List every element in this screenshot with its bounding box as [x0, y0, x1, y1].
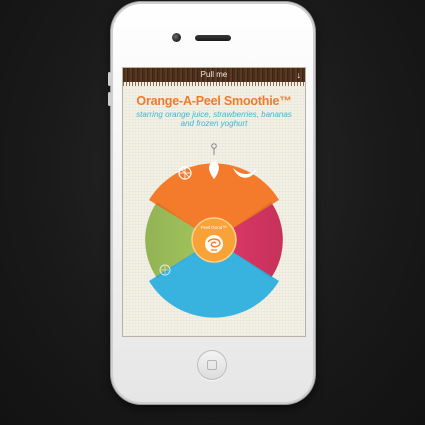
app-screen: Pull me ↓ Orange-A-Peel Smoothie™ starri…	[123, 68, 305, 336]
home-button[interactable]	[197, 350, 227, 380]
smoothie-description: starring orange juice, strawberries, ban…	[136, 110, 292, 128]
earpiece-speaker	[195, 35, 231, 41]
lime-slice-icon	[159, 264, 171, 276]
wheel-center-label: Peel Good™	[201, 225, 227, 230]
pull-bar-label: Pull me	[200, 70, 228, 79]
smoothie-title: Orange-A-Peel Smoothie™	[136, 94, 292, 108]
orange-slice-icon	[178, 166, 192, 180]
pointer-pin-icon	[211, 143, 217, 155]
volume-down-button	[108, 92, 111, 106]
arrow-down-icon[interactable]: ↓	[297, 68, 302, 82]
pull-bar[interactable]: Pull me ↓	[123, 68, 305, 82]
front-camera	[172, 33, 181, 42]
volume-up-button	[108, 72, 111, 86]
home-square-icon	[207, 360, 217, 370]
pull-bar-fringe	[123, 82, 305, 86]
smoothie-wheel[interactable]: Peel Good™	[123, 138, 305, 336]
swirl-icon	[205, 235, 223, 253]
